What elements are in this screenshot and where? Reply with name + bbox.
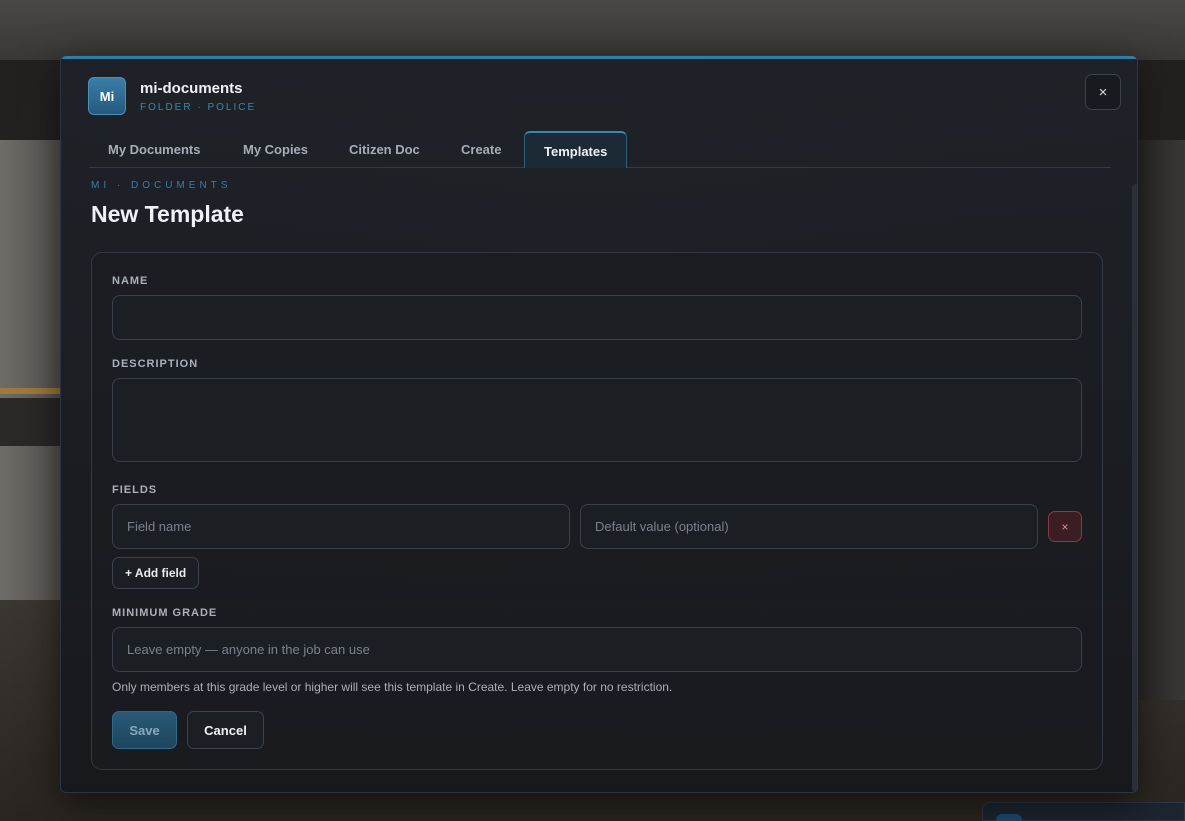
save-button[interactable]: Save [112,711,177,749]
description-textarea[interactable] [112,378,1082,462]
remove-field-button[interactable]: × [1048,511,1082,542]
page-title: New Template [91,201,244,227]
scrollbar[interactable] [1132,184,1137,792]
background-ceiling [0,0,1185,60]
background-wall-left [0,140,62,610]
add-field-button[interactable]: + Add field [112,557,200,589]
corner-widget-dot [996,814,1022,821]
min-grade-label: MINIMUM GRADE [112,607,218,619]
modal-header: Mi mi-documents FOLDER · POLICE [88,76,256,116]
fields-label: FIELDS [112,484,158,496]
breadcrumb: MI · DOCUMENTS [91,180,232,191]
description-label: DESCRIPTION [112,358,199,370]
tab-bar: My Documents My Copies Citizen Doc Creat… [89,131,1111,168]
background-wall-right [1138,140,1185,700]
background-panel [0,398,62,446]
template-form-card: NAME DESCRIPTION FIELDS Field name Defau… [91,252,1103,770]
header-text: mi-documents FOLDER · POLICE [140,80,256,113]
field-name-input[interactable]: Field name [112,504,570,549]
tab-templates[interactable]: Templates [524,131,628,168]
min-grade-input[interactable]: Leave empty — anyone in the job can use [112,627,1082,672]
default-value-input[interactable]: Default value (optional) [580,504,1038,549]
documents-modal: Mi mi-documents FOLDER · POLICE × My Doc… [60,55,1138,793]
app-badge-icon: Mi [88,77,126,115]
tab-my-copies[interactable]: My Copies [224,131,327,168]
min-grade-hint: Only members at this grade level or high… [112,680,673,694]
close-button[interactable]: × [1085,74,1121,110]
tab-citizen-doc[interactable]: Citizen Doc [330,131,439,168]
tab-my-documents[interactable]: My Documents [89,131,219,168]
background-stripe [0,388,62,394]
name-label: NAME [112,275,149,287]
app-subtitle: FOLDER · POLICE [140,101,257,113]
tab-create[interactable]: Create [442,131,520,168]
cancel-button[interactable]: Cancel [187,711,264,749]
modal-accent-line [61,56,1137,59]
app-title: mi-documents [140,79,243,97]
name-input[interactable] [112,295,1082,340]
